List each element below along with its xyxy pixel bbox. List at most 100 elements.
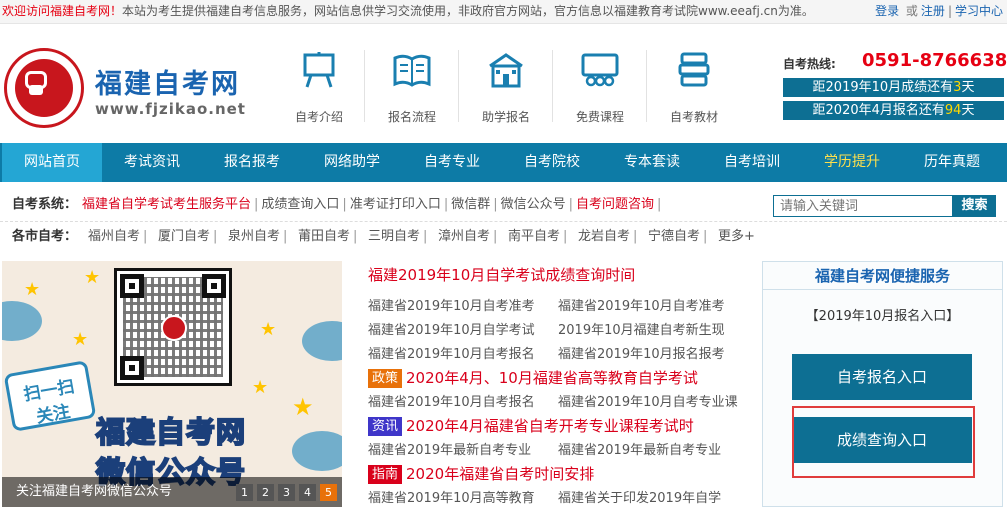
news-highlight-guide: 指南 2020年福建省自考时间安排 [368,463,594,484]
system-link-service-platform[interactable]: 福建省自学考试考生服务平台 [82,197,251,212]
qr-code-icon [114,268,232,386]
carousel-page-4[interactable]: 4 [299,484,316,501]
fist-base-icon [29,85,43,95]
city-link-fuzhou[interactable]: 福州自考 [88,229,140,244]
tag-guide: 指南 [368,465,403,484]
news-link[interactable]: 2019年10月福建自考新生现 [558,319,725,338]
login-link[interactable]: 登录 [875,4,899,18]
nav-degree-upgrade[interactable]: 学历提升 [802,143,902,182]
news-highlight-link[interactable]: 2020年4月、10月福建省高等教育自学考试 [406,369,698,387]
news-highlight-link[interactable]: 2020年4月福建省自考开考专业课程考试时 [406,417,694,435]
city-link-xiamen[interactable]: 厦门自考 [158,229,210,244]
news-headline[interactable]: 福建2019年10月自学考试成绩查询时间 [368,264,635,285]
nav-majors[interactable]: 自考专业 [402,143,502,182]
news-row: 福建省2019年10月高等教育 福建省关于印发2019年自学 [368,487,721,506]
top-bar: 欢迎访问福建自考网！本站为考生提供福建自考信息服务，网站信息供学习交流使用，非政… [0,0,1007,24]
news-link[interactable]: 福建省2019年10月自考报名 [368,395,535,410]
nav-exam-news[interactable]: 考试资讯 [102,143,202,182]
city-link-longyan[interactable]: 龙岩自考 [578,229,630,244]
nav-combined-degree[interactable]: 专本套读 [602,143,702,182]
study-center-link[interactable]: 学习中心 [955,4,1003,18]
site-url: www.fjzikao.net [95,100,246,118]
nav-online-study[interactable]: 网络助学 [302,143,402,182]
or-text: 或 [905,4,918,18]
decor-wave [292,431,342,471]
registration-entry-link[interactable]: 【2019年10月报名入口】 [763,305,1002,324]
divider [458,50,459,122]
carousel-page-1[interactable]: 1 [236,484,253,501]
news-link[interactable]: 福建省2019年10月自学考试 [368,323,535,338]
system-link-admission-ticket[interactable]: 准考证打印入口 [350,197,441,212]
city-link-more[interactable]: 更多+ [718,229,755,244]
banner-carousel[interactable]: ★ ★ ★ ★ ★ ★ 扫一扫 关注 福建自考网 微信公众号 关注福建自考网微信… [2,261,342,507]
news-link[interactable]: 福建省2019年最新自考专业 [368,443,531,458]
site-name[interactable]: 福建自考网 [95,62,240,101]
quick-link-intro[interactable]: 自考介绍 [279,50,359,125]
quick-link-process[interactable]: 报名流程 [372,50,452,125]
system-label: 自考系统： [12,197,78,212]
quick-link-textbooks[interactable]: 自考教材 [654,50,734,125]
news-link[interactable]: 福建省2019年10月自考专业课 [558,391,738,410]
news-link[interactable]: 福建省2019年10月自考报名 [368,347,535,362]
city-links-row: 各市自考： 福州自考 | 厦门自考 | 泉州自考 | 莆田自考 | 三明自考 | 漳州自考 | 南平自考… [0,221,1007,251]
news-link[interactable]: 福建省2019年最新自考专业 [558,439,721,458]
countdown-unit: 天 [961,80,975,95]
banner-caption-text: 关注福建自考网微信公众号 [16,484,173,499]
news-link[interactable]: 福建省2019年10月报名报考 [558,343,725,362]
news-link[interactable]: 福建省关于印发2019年自学 [558,487,721,506]
quick-link-label: 自考介绍 [294,110,343,124]
news-row: 福建省2019年10月自考准考 福建省2019年10月自考准考 [368,295,725,314]
user-links: 登录 或注册 | 学习中心 [875,0,1003,23]
separator: | [947,4,952,18]
carousel-page-5[interactable]: 5 [320,484,337,501]
quick-link-courses[interactable]: 免费课程 [560,50,640,125]
city-link-nanping[interactable]: 南平自考 [508,229,560,244]
tag-info: 资讯 [368,417,403,436]
banner-caption: 关注福建自考网微信公众号 1 2 3 4 5 [2,477,342,507]
nav-registration[interactable]: 报名报考 [202,143,302,182]
system-link-score-query[interactable]: 成绩查询入口 [261,197,339,212]
quick-link-label: 报名流程 [387,110,436,124]
system-link-consult[interactable]: 自考问题咨询 [576,197,654,212]
nav-home[interactable]: 网站首页 [2,143,102,182]
divider [364,50,365,122]
scan-badge: 扫一扫 关注 [3,360,97,432]
system-link-wechat-account[interactable]: 微信公众号 [501,197,566,212]
city-link-sanming[interactable]: 三明自考 [368,229,420,244]
system-link-wechat-group[interactable]: 微信群 [451,197,490,212]
register-link[interactable]: 注册 [921,4,945,18]
classroom-icon [581,53,619,87]
news-link[interactable]: 福建省2019年10月高等教育 [368,491,535,506]
carousel-page-2[interactable]: 2 [257,484,274,501]
countdown-text: 距2020年4月报名还有 [812,103,945,118]
news-link[interactable]: 福建省2019年10月自考准考 [558,295,725,314]
site-logo-icon[interactable] [4,48,84,128]
news-highlight-link[interactable]: 2020年福建省自考时间安排 [406,465,594,483]
star-icon: ★ [84,267,101,288]
carousel-page-3[interactable]: 3 [278,484,295,501]
star-icon: ★ [292,393,314,421]
city-link-zhangzhou[interactable]: 漳州自考 [438,229,490,244]
city-label: 各市自考： [12,229,78,244]
star-icon: ★ [24,279,41,300]
nav-training[interactable]: 自考培训 [702,143,802,182]
nav-past-papers[interactable]: 历年真题 [902,143,1002,182]
search-input[interactable] [773,195,953,217]
news-highlight-info: 资讯 2020年4月福建省自考开考专业课程考试时 [368,415,694,436]
city-link-quanzhou[interactable]: 泉州自考 [228,229,280,244]
news-row: 福建省2019年最新自考专业 福建省2019年最新自考专业 [368,439,721,458]
nav-institutions[interactable]: 自考院校 [502,143,602,182]
panel-title: 福建自考网便捷服务 [763,262,1002,290]
news-row: 福建省2019年10月自考报名 福建省2019年10月报名报考 [368,343,725,362]
city-link-putian[interactable]: 莆田自考 [298,229,350,244]
countdown-days: 94 [944,103,962,118]
books-stack-icon [678,52,710,87]
decor-wave [2,301,42,341]
quick-link-assist[interactable]: 助学报名 [466,50,546,125]
news-link[interactable]: 福建省2019年10月自考准考 [368,299,535,314]
highlight-annotation [792,406,975,478]
book-icon [393,54,431,87]
city-link-ningde[interactable]: 宁德自考 [648,229,700,244]
registration-entry-button[interactable]: 自考报名入口 [792,354,972,400]
search-button[interactable]: 搜索 [953,195,996,217]
